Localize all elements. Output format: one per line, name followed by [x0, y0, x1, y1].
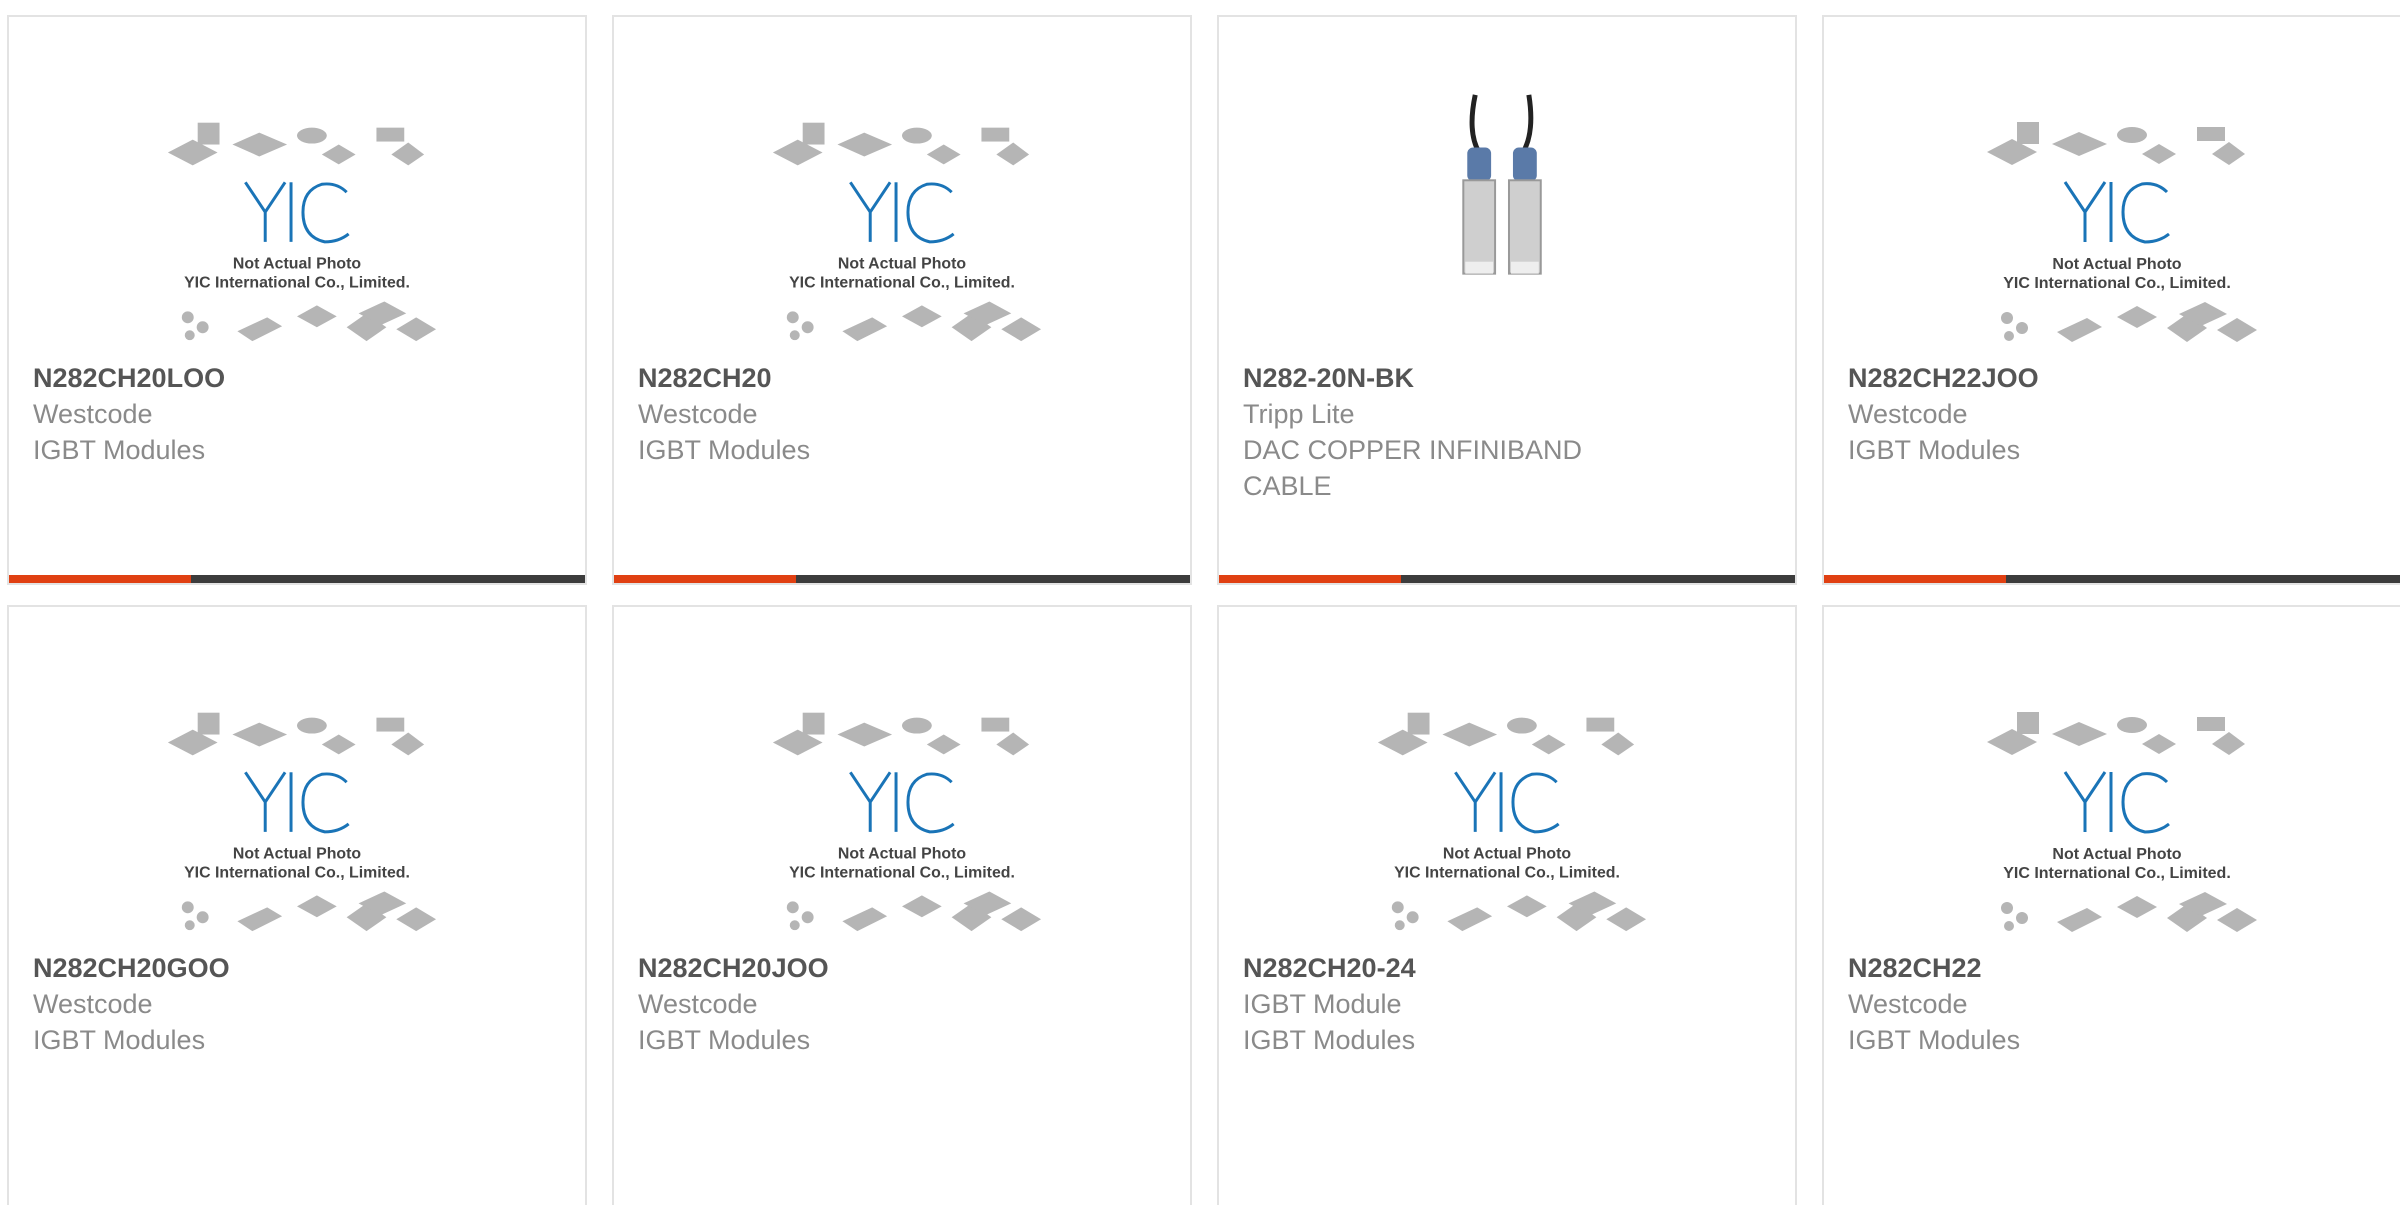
- product-image[interactable]: Not Actual Photo YIC International Co., …: [614, 92, 1190, 362]
- svg-text:YIC International Co., Limited: YIC International Co., Limited.: [2003, 275, 2231, 292]
- svg-text:YIC International Co., Limited: YIC International Co., Limited.: [184, 275, 410, 292]
- card-bottom-bar: [614, 575, 1190, 583]
- svg-text:Not Actual Photo: Not Actual Photo: [233, 256, 361, 273]
- product-card[interactable]: Not Actual Photo YIC International Co., …: [7, 605, 587, 1205]
- category: IGBT Modules: [1243, 1025, 1416, 1055]
- product-info: N282CH20LOO Westcode IGBT Modules: [33, 360, 565, 468]
- product-info: N282-20N-BK Tripp Lite DAC COPPER INFINI…: [1243, 360, 1775, 504]
- part-number[interactable]: N282CH20GOO: [33, 950, 565, 986]
- part-number[interactable]: N282CH22: [1848, 950, 2390, 986]
- category: IGBT Modules: [1848, 435, 2021, 465]
- manufacturer: Westcode: [33, 399, 153, 429]
- product-info: N282CH22 Westcode IGBT Modules: [1848, 950, 2390, 1058]
- product-card[interactable]: Not Actual Photo YIC International Co., …: [612, 15, 1192, 585]
- card-accent-bar: [1824, 575, 2006, 583]
- yic-placeholder-icon: Not Actual Photo YIC International Co., …: [1987, 122, 2257, 342]
- part-number[interactable]: N282-20N-BK: [1243, 360, 1775, 396]
- category: IGBT Modules: [1848, 1025, 2021, 1055]
- manufacturer: Westcode: [638, 399, 758, 429]
- product-card[interactable]: Not Actual Photo YIC International Co., …: [1217, 605, 1797, 1205]
- svg-text:YIC International Co., Limited: YIC International Co., Limited.: [789, 865, 1015, 882]
- card-bottom-bar: [9, 575, 585, 583]
- part-number[interactable]: N282CH20-24: [1243, 950, 1775, 986]
- yic-placeholder-icon: Not Actual Photo YIC International Co., …: [167, 122, 437, 342]
- product-image[interactable]: Not Actual Photo YIC International Co., …: [9, 92, 585, 362]
- card-accent-bar: [9, 575, 191, 583]
- product-image[interactable]: Not Actual Photo YIC International Co., …: [1219, 682, 1795, 952]
- card-bottom-bar: [1219, 575, 1795, 583]
- product-info: N282CH20GOO Westcode IGBT Modules: [33, 950, 565, 1058]
- yic-placeholder-icon: Not Actual Photo YIC International Co., …: [1377, 712, 1647, 932]
- manufacturer: Westcode: [1848, 989, 1968, 1019]
- svg-text:Not Actual Photo: Not Actual Photo: [838, 846, 966, 863]
- category: IGBT Modules: [638, 435, 811, 465]
- svg-text:Not Actual Photo: Not Actual Photo: [2052, 256, 2181, 273]
- card-bottom-bar: [1824, 575, 2400, 583]
- part-number[interactable]: N282CH20LOO: [33, 360, 565, 396]
- yic-placeholder-icon: Not Actual Photo YIC International Co., …: [772, 122, 1042, 342]
- description: DAC COPPER INFINIBAND: [1243, 435, 1583, 465]
- svg-text:YIC International Co., Limited: YIC International Co., Limited.: [2003, 865, 2231, 882]
- svg-text:Not Actual Photo: Not Actual Photo: [233, 846, 361, 863]
- manufacturer: Westcode: [1848, 399, 1968, 429]
- product-card[interactable]: Not Actual Photo YIC International Co., …: [612, 605, 1192, 1205]
- card-accent-bar: [1219, 575, 1401, 583]
- category: IGBT Modules: [33, 1025, 206, 1055]
- product-card[interactable]: Not Actual Photo YIC International Co., …: [1822, 15, 2400, 585]
- product-info: N282CH20-24 IGBT Module IGBT Modules: [1243, 950, 1775, 1058]
- yic-placeholder-icon: Not Actual Photo YIC International Co., …: [1987, 712, 2257, 932]
- dac-cable-photo: [1462, 94, 1542, 275]
- product-image[interactable]: [1219, 92, 1795, 362]
- svg-text:YIC International Co., Limited: YIC International Co., Limited.: [184, 865, 410, 882]
- category: IGBT Modules: [33, 435, 206, 465]
- yic-placeholder-icon: Not Actual Photo YIC International Co., …: [772, 712, 1042, 932]
- part-number[interactable]: N282CH22JOO: [1848, 360, 2390, 396]
- manufacturer: IGBT Module: [1243, 989, 1402, 1019]
- card-accent-bar: [614, 575, 796, 583]
- product-image[interactable]: Not Actual Photo YIC International Co., …: [1824, 92, 2400, 362]
- svg-text:YIC International Co., Limited: YIC International Co., Limited.: [789, 275, 1015, 292]
- description-continued: CABLE: [1243, 471, 1332, 501]
- svg-text:Not Actual Photo: Not Actual Photo: [838, 256, 966, 273]
- product-image[interactable]: Not Actual Photo YIC International Co., …: [614, 682, 1190, 952]
- manufacturer: Westcode: [638, 989, 758, 1019]
- part-number[interactable]: N282CH20: [638, 360, 1170, 396]
- product-card[interactable]: N282-20N-BK Tripp Lite DAC COPPER INFINI…: [1217, 15, 1797, 585]
- product-card[interactable]: Not Actual Photo YIC International Co., …: [7, 15, 587, 585]
- svg-text:YIC International Co., Limited: YIC International Co., Limited.: [1394, 865, 1620, 882]
- svg-text:Not Actual Photo: Not Actual Photo: [2052, 846, 2181, 863]
- product-info: N282CH20 Westcode IGBT Modules: [638, 360, 1170, 468]
- product-image[interactable]: Not Actual Photo YIC International Co., …: [1824, 682, 2400, 952]
- category: IGBT Modules: [638, 1025, 811, 1055]
- product-card[interactable]: Not Actual Photo YIC International Co., …: [1822, 605, 2400, 1205]
- manufacturer: Westcode: [33, 989, 153, 1019]
- svg-text:Not Actual Photo: Not Actual Photo: [1443, 846, 1571, 863]
- part-number[interactable]: N282CH20JOO: [638, 950, 1170, 986]
- product-info: N282CH22JOO Westcode IGBT Modules: [1848, 360, 2390, 468]
- manufacturer: Tripp Lite: [1243, 399, 1355, 429]
- product-image[interactable]: Not Actual Photo YIC International Co., …: [9, 682, 585, 952]
- yic-placeholder-icon: Not Actual Photo YIC International Co., …: [167, 712, 437, 932]
- product-info: N282CH20JOO Westcode IGBT Modules: [638, 950, 1170, 1058]
